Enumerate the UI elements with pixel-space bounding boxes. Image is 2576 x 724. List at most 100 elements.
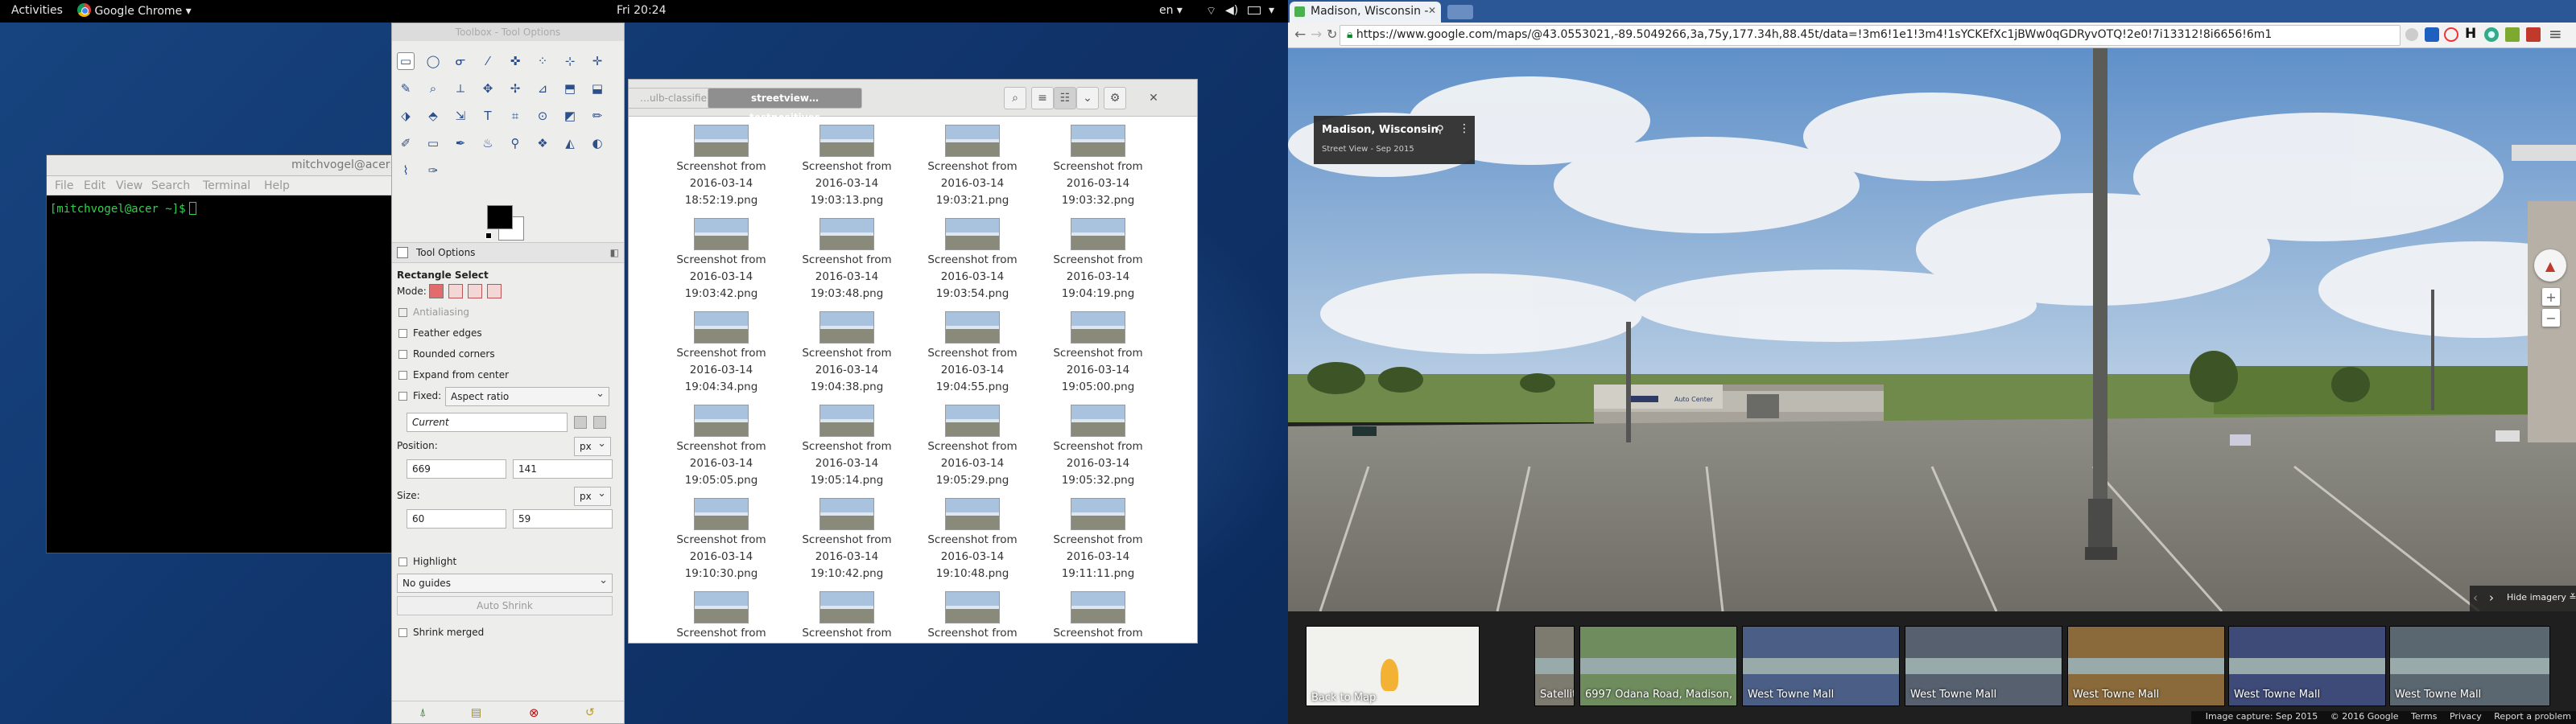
antialiasing-checkbox[interactable]: [398, 308, 407, 317]
current-ratio-field[interactable]: Current: [407, 413, 568, 432]
terminal-titlebar[interactable]: mitchvogel@acer:~: [47, 155, 403, 176]
menu-search[interactable]: Search: [151, 179, 190, 192]
battery-icon[interactable]: [1248, 6, 1261, 14]
free-select-tool-icon[interactable]: ᓂ: [452, 52, 469, 70]
footer-report[interactable]: Report a problem: [2494, 711, 2571, 722]
imagery-thumb[interactable]: West Towne Mall: [1742, 626, 1900, 706]
activities-button[interactable]: Activities: [11, 4, 63, 17]
mypaint-tool-icon[interactable]: ✑: [424, 162, 442, 179]
imagery-thumb[interactable]: West Towne Mall: [1905, 626, 2062, 706]
chrome-menu-icon[interactable]: ≡: [2549, 24, 2562, 43]
gimp-titlebar[interactable]: Toolbox - Tool Options: [392, 23, 624, 41]
keyboard-layout[interactable]: en ▾: [1159, 4, 1183, 17]
street-view-panorama[interactable]: Auto Center ← Madison, Wisconsin Street …: [1288, 48, 2576, 611]
measure-tool-icon[interactable]: ⟂: [452, 80, 469, 97]
shrink-merged-checkbox[interactable]: [398, 628, 407, 637]
app-menu[interactable]: Google Chrome ▾: [77, 3, 192, 18]
file-item[interactable]: Screenshot from: [786, 591, 907, 642]
crop-tool-icon[interactable]: ⊿: [534, 80, 551, 97]
file-item[interactable]: Screenshot from 2016-03-14 19:04:38.png: [786, 311, 907, 396]
shear-tool-icon[interactable]: ⬗: [397, 107, 415, 125]
file-item[interactable]: Screenshot from 2016-03-14 19:05:29.png: [912, 405, 1033, 489]
menu-edit[interactable]: Edit: [84, 179, 105, 192]
list-view-icon[interactable]: ≡: [1031, 87, 1054, 109]
expand-from-center-checkbox[interactable]: [398, 371, 407, 380]
tab-madison[interactable]: Madison, Wisconsin - ✕: [1290, 2, 1441, 23]
terminal-window[interactable]: mitchvogel@acer:~ File Edit View Search …: [46, 154, 403, 553]
back-icon[interactable]: ←: [1294, 27, 1306, 43]
file-item[interactable]: Screenshot from 2016-03-14 19:05:32.png: [1038, 405, 1158, 489]
scale-tool-icon[interactable]: ⬓: [588, 80, 606, 97]
compass-icon[interactable]: ▲: [2534, 249, 2566, 282]
chain-icon[interactable]: [574, 416, 587, 429]
search-icon[interactable]: ⌕: [1004, 87, 1026, 109]
ink-tool-icon[interactable]: ♨: [479, 134, 497, 152]
align-tool-icon[interactable]: ✢: [506, 80, 524, 97]
menu-terminal[interactable]: Terminal: [203, 179, 250, 192]
dodge-tool-icon[interactable]: ◐: [588, 134, 606, 152]
clone-tool-icon[interactable]: ⚲: [506, 134, 524, 152]
back-to-map-thumb[interactable]: Back to Map: [1306, 626, 1480, 706]
smudge-tool-icon[interactable]: ◭: [561, 134, 579, 152]
position-x-field[interactable]: 669: [407, 459, 506, 479]
zoom-out-button[interactable]: −: [2542, 309, 2560, 327]
file-item[interactable]: Screenshot from 2016-03-14 19:03:32.png: [1038, 125, 1158, 209]
zoom-in-button[interactable]: +: [2542, 288, 2560, 306]
fixed-checkbox[interactable]: [398, 392, 407, 401]
menu-help[interactable]: Help: [264, 179, 290, 192]
rounded-corners-checkbox[interactable]: [398, 350, 407, 359]
file-item[interactable]: Screenshot from 2016-03-14 19:04:55.png: [912, 311, 1033, 396]
view-options-icon[interactable]: ⌄: [1076, 87, 1099, 109]
file-item[interactable]: Screenshot from 2016-03-14 18:52:19.png: [661, 125, 782, 209]
extension-h-icon[interactable]: H: [2465, 26, 2476, 42]
file-item[interactable]: Screenshot from 2016-03-14 19:05:14.png: [786, 405, 907, 489]
extension-red-icon[interactable]: [2526, 27, 2541, 42]
footer-terms[interactable]: Terms: [2411, 711, 2437, 722]
terminal-prompt[interactable]: [mitchvogel@acer ~]$: [50, 202, 196, 216]
foreground-color-swatch[interactable]: [487, 205, 513, 229]
highlight-checkbox[interactable]: [398, 557, 407, 566]
grid-view-icon[interactable]: ☷: [1054, 87, 1076, 109]
imagery-thumb[interactable]: Satellite: [1534, 626, 1575, 706]
paintbrush-tool-icon[interactable]: ✐: [397, 134, 415, 152]
scissors-tool-icon[interactable]: ⁘: [534, 52, 551, 70]
size-unit-dropdown[interactable]: px: [574, 487, 611, 506]
auto-shrink-button[interactable]: Auto Shrink: [397, 596, 613, 615]
file-item[interactable]: Screenshot from 2016-03-14 19:04:34.png: [661, 311, 782, 396]
pencil-tool-icon[interactable]: ✏: [588, 107, 606, 125]
file-item[interactable]: Screenshot from 2016-03-14 19:03:21.png: [912, 125, 1033, 209]
forward-icon[interactable]: →: [1311, 27, 1322, 43]
restore-options-icon[interactable]: ▤: [471, 706, 481, 719]
place-name[interactable]: Madison, Wisconsin: [1322, 124, 1439, 136]
clock[interactable]: Fri 20:24: [617, 4, 666, 17]
bucket-fill-tool-icon[interactable]: ⊙: [534, 107, 551, 125]
gear-icon[interactable]: ⚙: [1104, 87, 1126, 109]
zoom-tool-icon[interactable]: ⌕: [424, 80, 442, 97]
imagery-thumb[interactable]: West Towne Mall: [2228, 626, 2386, 706]
file-item[interactable]: Screenshot from 2016-03-14 19:10:30.png: [661, 498, 782, 582]
new-tab-button[interactable]: [1447, 5, 1473, 19]
mode-intersect-icon[interactable]: [487, 284, 502, 298]
default-colors-icon[interactable]: [485, 232, 492, 239]
save-options-icon[interactable]: ⍋: [419, 706, 426, 719]
color-picker-tool-icon[interactable]: ✎: [397, 80, 415, 97]
perspective-tool-icon[interactable]: ⬘: [424, 107, 442, 125]
file-item[interactable]: Screenshot from 2016-03-14 19:11:11.png: [1038, 498, 1158, 582]
mode-add-icon[interactable]: [448, 284, 463, 298]
file-item[interactable]: Screenshot from 2016-03-14 19:05:00.png: [1038, 311, 1158, 396]
fixed-dropdown[interactable]: Aspect ratio: [445, 387, 609, 406]
imagery-thumb[interactable]: 6997 Odana Road, Madison,: [1579, 626, 1737, 706]
guides-dropdown[interactable]: No guides: [397, 574, 613, 593]
file-item[interactable]: Screenshot from 2016-03-14 19:03:54.png: [912, 218, 1033, 302]
imagery-thumb[interactable]: West Towne Mall: [2067, 626, 2225, 706]
file-item[interactable]: Screenshot from 2016-03-14 19:10:48.png: [912, 498, 1033, 582]
hide-imagery-button[interactable]: Hide imagery ≚: [2507, 592, 2576, 603]
bookmark-star-icon[interactable]: [2405, 28, 2418, 41]
delete-options-icon[interactable]: ⊗: [529, 705, 539, 720]
next-imagery-icon[interactable]: ›: [2489, 590, 2494, 605]
rotate-tool-icon[interactable]: ⬒: [561, 80, 579, 97]
power-menu-icon[interactable]: ▾: [1269, 4, 1274, 17]
move-tool-icon[interactable]: ✥: [479, 80, 497, 97]
position-y-field[interactable]: 141: [513, 459, 613, 479]
text-tool-icon[interactable]: T: [479, 107, 497, 125]
